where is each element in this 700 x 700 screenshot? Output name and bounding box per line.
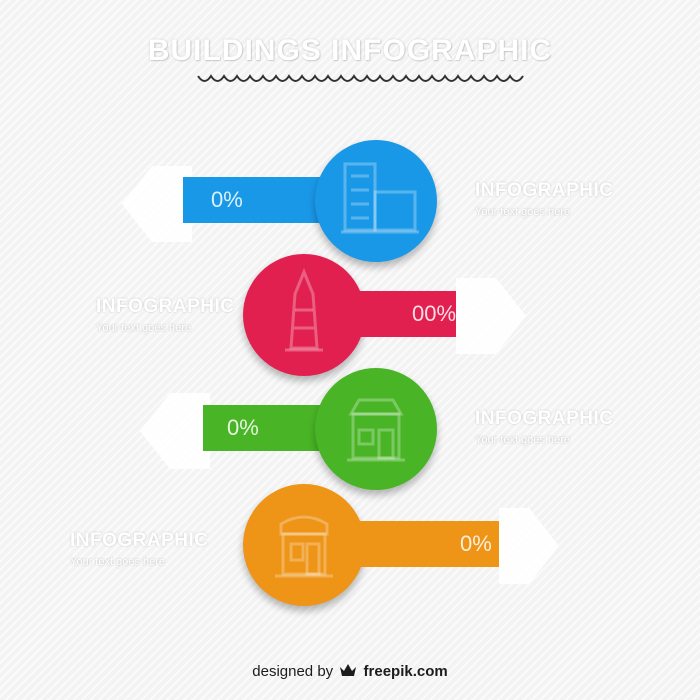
credit-brand: freepik.com <box>363 663 448 680</box>
credit-prefix: designed by <box>252 663 334 680</box>
info-label-1: INFOGRAPHIC Your text goes here <box>475 180 675 218</box>
house-icon <box>347 398 405 462</box>
crown-icon <box>340 664 357 676</box>
arrow-right-2 <box>456 278 526 354</box>
info-label-subtitle-1: Your text goes here <box>475 206 570 218</box>
info-label-title-3: INFOGRAPHIC <box>475 408 614 429</box>
percent-value-3: 0% <box>227 415 259 440</box>
info-label-title-1: INFOGRAPHIC <box>475 180 614 201</box>
percent-bar-2: 00% <box>360 291 456 337</box>
info-label-2: INFOGRAPHIC Your text goes here <box>96 296 296 334</box>
percent-value-1: 0% <box>211 187 243 212</box>
credit-line: designed by freepik.com <box>0 662 700 680</box>
info-label-subtitle-3: Your text goes here <box>475 434 570 446</box>
arrow-left-1 <box>122 166 192 242</box>
info-label-3: INFOGRAPHIC Your text goes here <box>475 408 675 446</box>
tower-building-icon <box>341 162 419 234</box>
info-label-4: INFOGRAPHIC Your text goes here <box>70 530 270 568</box>
info-label-subtitle-2: Your text goes here <box>96 322 191 334</box>
infographic-title: BUILDINGS INFOGRAPHIC <box>147 34 553 67</box>
circle-1 <box>315 140 437 262</box>
percent-bar-4: 0% <box>360 521 499 567</box>
arrow-left-3 <box>140 393 210 469</box>
info-label-subtitle-4: Your text goes here <box>70 556 165 568</box>
arrow-right-4 <box>499 508 559 584</box>
circle-3 <box>315 368 437 490</box>
wavy-divider <box>197 74 524 82</box>
info-label-title-2: INFOGRAPHIC <box>96 296 235 317</box>
info-label-title-4: INFOGRAPHIC <box>70 530 209 551</box>
percent-value-4: 0% <box>460 531 492 556</box>
percent-value-2: 00% <box>412 301 457 326</box>
